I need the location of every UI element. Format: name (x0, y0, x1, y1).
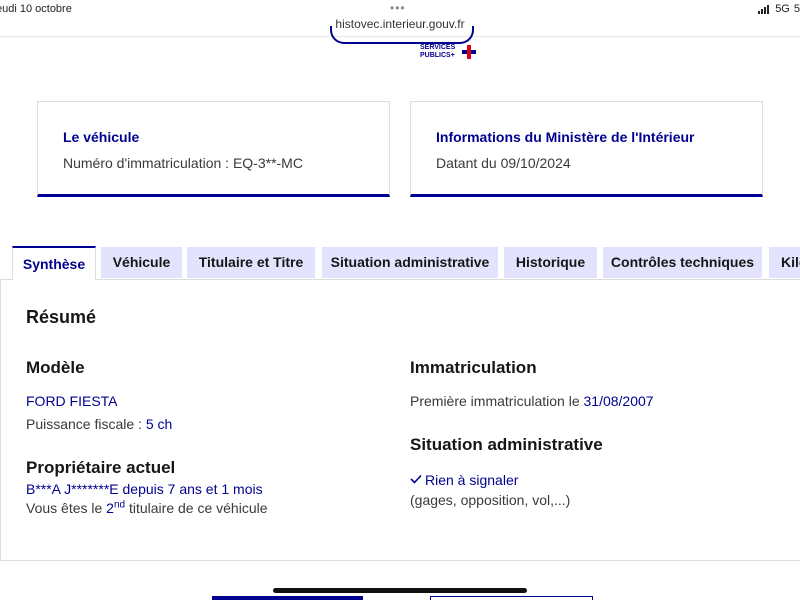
ministry-date: Datant du 09/10/2024 (436, 155, 571, 171)
owner-name: B***A J*******E (26, 481, 119, 497)
owner-line: B***A J*******E depuis 7 ans et 1 mois (26, 481, 263, 497)
first-registration: Première immatriculation le 31/08/2007 (410, 393, 654, 409)
ministry-card: Informations du Ministère de l'Intérieur… (410, 101, 763, 197)
fiscal-power-label: Puissance fiscale : (26, 416, 142, 432)
tab-controles-techniques[interactable]: Contrôles techniques (603, 247, 762, 278)
registration-heading: Immatriculation (410, 358, 537, 377)
vehicle-card-title: Le véhicule (63, 129, 140, 145)
model-name: FORD FIESTA (26, 393, 118, 409)
first-registration-label: Première immatriculation le (410, 393, 580, 409)
admin-situation-status-text: Rien à signaler (425, 472, 519, 488)
services-publics-plus-icon (462, 45, 476, 59)
admin-situation-status: Rien à signaler (410, 472, 518, 488)
more-dots-icon[interactable]: ••• (390, 1, 406, 15)
ministry-card-title: Informations du Ministère de l'Intérieur (436, 129, 695, 145)
registration-number: Numéro d'immatriculation : EQ-3**-MC (63, 155, 303, 171)
tab-vehicule[interactable]: Véhicule (101, 247, 182, 278)
model-heading: Modèle (26, 358, 85, 377)
owner-heading: Propriétaire actuel (26, 458, 176, 477)
holder-rank-prefix: Vous êtes le (26, 500, 103, 516)
admin-situation-heading: Situation administrative (410, 435, 603, 454)
tab-synthese[interactable]: Synthèse (12, 246, 96, 280)
summary-title: Résumé (26, 307, 97, 327)
network-label: 5G (775, 3, 790, 15)
first-registration-date: 31/08/2007 (583, 393, 654, 409)
bottom-secondary-button[interactable] (430, 596, 593, 600)
bottom-primary-button[interactable] (212, 596, 363, 600)
status-date: eudi 10 octobre (0, 3, 72, 15)
holder-rank-suffix: nd (113, 499, 126, 511)
admin-situation-detail: (gages, opposition, vol,...) (410, 492, 571, 508)
battery-label: 5 (793, 3, 800, 15)
services-publics-logo[interactable]: SERVICES PUBLICS+ (420, 44, 480, 64)
tab-titulaire-titre[interactable]: Titulaire et Titre (187, 247, 315, 278)
owner-duration: 7 ans et 1 mois (167, 481, 263, 497)
header-search-pill[interactable] (330, 26, 474, 44)
fiscal-power: Puissance fiscale : 5 ch (26, 416, 172, 432)
status-indicators: 5G 5 (758, 3, 800, 15)
tab-historique[interactable]: Historique (504, 247, 597, 278)
holder-rank-line: Vous êtes le 2nd titulaire de ce véhicul… (26, 500, 268, 516)
owner-since-label: depuis (122, 481, 164, 497)
vehicle-card: Le véhicule Numéro d'immatriculation : E… (37, 101, 390, 197)
home-indicator[interactable] (273, 588, 527, 593)
signal-icon (758, 4, 770, 14)
tab-kilometrage[interactable]: Kilo (769, 247, 800, 278)
holder-rank-suffix-text: titulaire de ce véhicule (128, 500, 268, 516)
tab-situation-administrative[interactable]: Situation administrative (322, 247, 498, 278)
tab-bar: Synthèse Véhicule Titulaire et Titre Sit… (12, 246, 800, 280)
holder-rank: 2nd (106, 499, 126, 516)
check-icon (410, 474, 422, 484)
fiscal-power-value: 5 ch (145, 416, 173, 432)
